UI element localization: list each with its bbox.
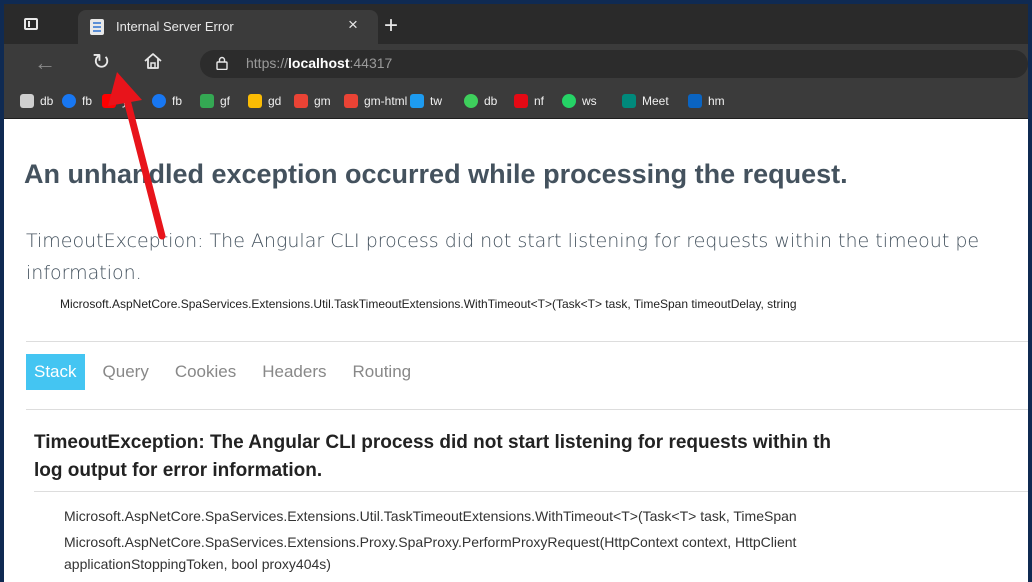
url-text[interactable]: https://localhost:44317 [246,55,392,71]
bookmark-fb[interactable]: fb [62,92,92,110]
divider [26,409,1028,410]
bookmark-label: db [40,94,54,108]
new-tab-icon[interactable]: + [384,12,398,40]
close-tab-icon[interactable]: × [348,15,358,35]
tab-headers[interactable]: Headers [254,354,334,390]
bookmark-label: db [484,94,498,108]
navigation-bar: ← ↻ https://localhost:44317 [4,44,1028,84]
bookmark-label: ws [582,94,597,108]
stack-heading-line: TimeoutException: The Angular CLI proces… [34,432,832,453]
stack-frame[interactable]: applicationStoppingToken, bool proxy404s… [64,553,331,575]
bookmark-label: fb [172,94,183,108]
gmail-icon [344,94,358,108]
netflix-icon [514,94,528,108]
facebook-icon [62,94,76,108]
browser-window: Internal Server Error × + ← ↻ https://lo… [4,0,1028,582]
stack-heading-line: log output for error information. [34,460,323,481]
bookmark-gm-html[interactable]: gm-html [344,92,407,110]
bookmarks-bar: db fb yt fb gf gd gm gm-html tw db nf ws Meet hm [4,84,1028,119]
twitter-icon [410,94,424,108]
lock-icon[interactable] [216,56,228,70]
address-bar[interactable]: https://localhost:44317 [200,50,1028,78]
tab-stack[interactable]: Stack [26,354,85,390]
error-summary-line: TimeoutException: The Angular CLI proces… [26,230,980,252]
bookmark-label: tw [430,94,442,108]
home-icon[interactable] [142,50,164,72]
bookmark-gm[interactable]: gm [294,92,331,110]
bookmark-yt[interactable]: yt [102,92,131,110]
divider [26,341,1028,342]
meet-icon [622,94,636,108]
bookmark-db[interactable]: db [20,92,53,110]
browser-tab[interactable]: Internal Server Error × [78,10,378,44]
error-summary: TimeoutException: The Angular CLI proces… [26,225,1026,289]
tab-actions-icon[interactable] [24,18,38,30]
url-host: localhost [288,55,350,71]
bookmark-label: hm [708,94,725,108]
bookmark-hm[interactable]: hm [688,92,725,110]
error-page: An unhandled exception occurred while pr… [4,119,1028,582]
bookmark-gf[interactable]: gf [200,92,230,110]
bookmark-label: gf [220,94,231,108]
bookmark-label: nf [534,94,545,108]
error-summary-line: information. [26,262,142,284]
document-icon [20,94,34,108]
bookmark-label: fb [82,94,93,108]
pinwheel-icon [200,94,214,108]
tab-cookies[interactable]: Cookies [167,354,244,390]
bookmark-label: Meet [642,94,669,108]
tab-strip: Internal Server Error × + [4,0,1028,44]
bookmark-ws[interactable]: ws [562,92,597,110]
drive-icon [248,94,262,108]
page-icon [90,19,104,35]
diagnostic-tabs: Stack Query Cookies Headers Routing [26,354,429,390]
dropbox-icon [464,94,478,108]
bookmark-nf[interactable]: nf [514,92,544,110]
tab-routing[interactable]: Routing [345,354,420,390]
youtube-icon [102,94,116,108]
outlook-icon [688,94,702,108]
bookmark-label: yt [122,94,132,108]
whatsapp-icon [562,94,576,108]
bookmark-tw[interactable]: tw [410,92,442,110]
facebook-icon [152,94,166,108]
error-location: Microsoft.AspNetCore.SpaServices.Extensi… [60,297,797,311]
bookmark-label: gm [314,94,331,108]
url-port: :44317 [349,55,393,71]
bookmark-db[interactable]: db [464,92,497,110]
divider [34,491,1028,492]
bookmark-fb[interactable]: fb [152,92,182,110]
bookmark-label: gm-html [364,94,408,108]
tab-query[interactable]: Query [95,354,157,390]
bookmark-gd[interactable]: gd [248,92,281,110]
back-icon[interactable]: ← [34,50,56,76]
bookmark-label: gd [268,94,282,108]
reload-icon[interactable]: ↻ [92,49,110,75]
bookmark-Meet[interactable]: Meet [622,92,669,110]
stack-heading: TimeoutException: The Angular CLI proces… [34,429,1028,485]
tab-title: Internal Server Error [116,19,234,34]
stack-frame[interactable]: Microsoft.AspNetCore.SpaServices.Extensi… [64,505,797,527]
page-title: An unhandled exception occurred while pr… [24,159,848,189]
gmail-icon [294,94,308,108]
stack-frame[interactable]: Microsoft.AspNetCore.SpaServices.Extensi… [64,531,796,553]
url-scheme: https:// [246,55,289,71]
